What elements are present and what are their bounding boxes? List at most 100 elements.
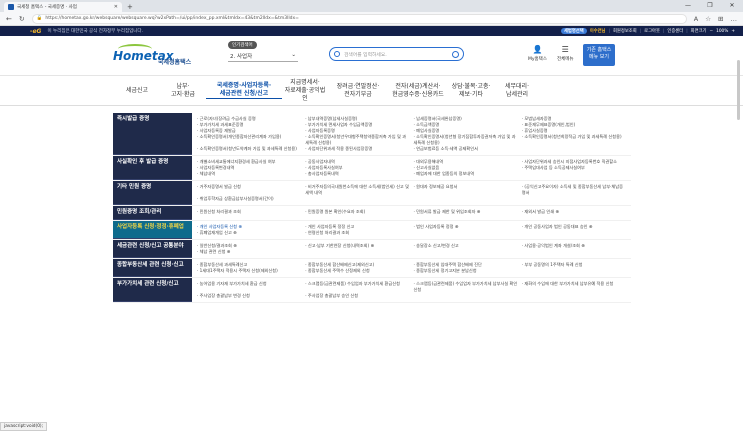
- submenu-row: 기타 민원 증명 · 거주자증명서 발급 신청 · 비거주자등의국내원천소득에 대한…: [113, 181, 631, 206]
- main-nav: 세금신고 납부· 고지·환급 국세증명·사업자등록· 세금관련 신청/신고 지급명세서· 자…: [0, 76, 743, 106]
- logo-sub-text: 국세청홈택스: [158, 59, 192, 66]
- gov-banner-text: 이 누리집은 대한민국 공식 전자정부 누리집입니다.: [47, 29, 144, 34]
- submenu-link[interactable]: · 1세대1주택자 적용시 주택자 신청(제외신청): [197, 268, 301, 274]
- menu-icon: ☰: [561, 45, 569, 54]
- submenu-category-title[interactable]: 기타 민원 증명: [113, 181, 192, 205]
- tab-close-icon[interactable]: ✕: [114, 4, 118, 10]
- tax-law-select-button[interactable]: 세법명선택: [560, 28, 587, 34]
- url-field[interactable]: 🔒 https://hometax.go.kr/websquare/websqu…: [31, 13, 687, 24]
- submenu-link[interactable]: · 소득확인증명서(개인종합자산관리계좌 가입용): [197, 134, 301, 146]
- settings-more-icon[interactable]: …: [731, 15, 738, 23]
- submenu-category-title[interactable]: 사업자등록 신청·정정·휴폐업: [113, 221, 192, 239]
- search-icon: [334, 51, 340, 57]
- role-select[interactable]: 2. 사업자 ⌄: [228, 51, 298, 62]
- search-box[interactable]: 검색어를 입력하세요.: [329, 47, 464, 61]
- submenu-link[interactable]: · 비거주자등의국내원천소득에 대한 소득세(법인세) 신고 및 세액 내역: [305, 184, 409, 196]
- util-logout[interactable]: 로그아웃: [644, 28, 660, 34]
- submenu-link[interactable]: · 거주자증명서 발급 신청: [197, 184, 301, 196]
- submenu-link[interactable]: · 재화의 수입에 대한 부가가치세 납부유예 적용 신청: [522, 281, 626, 293]
- submenu-link[interactable]: · 연령신청 처리결과 조회: [305, 230, 409, 236]
- submenu-link[interactable]: · 소득확인증명서(청년도약계좌 가입 및 과세특례 신청용): [197, 146, 301, 152]
- submenu-link[interactable]: · 농어업용 기자재 부가가치세 환급 신청: [197, 281, 301, 293]
- submenu-link: [522, 293, 626, 299]
- browser-tab[interactable]: 국세청 홈택스 - 국세증명 · 사업 ✕: [4, 2, 122, 12]
- util-member-info[interactable]: 회원정보조회: [613, 28, 637, 34]
- nav-item-6[interactable]: 상담·불복·고충· 제보·기타: [448, 83, 494, 99]
- address-bar: ← ↻ 🔒 https://hometax.go.kr/websquare/we…: [0, 12, 743, 26]
- back-icon[interactable]: ←: [6, 15, 12, 23]
- submenu-category-title[interactable]: 종합부동산세 관련 신청·신고: [113, 259, 192, 277]
- submenu-category-title[interactable]: 사실확인 후 발급 증명: [113, 156, 192, 180]
- submenu-link[interactable]: · 주사업장 총괄납부 변경 신청: [197, 293, 301, 299]
- submenu-link[interactable]: · 스크랩등(금관련제품) 수입업자 부가가치세 납부사실 확인신청: [414, 281, 518, 293]
- zoom-out-icon[interactable]: −: [709, 29, 713, 34]
- submenu-row: 사실확인 후 발급 증명 · 개별소비세교통에너지환경세 환급사실 여부 · 공동사…: [113, 156, 631, 181]
- favorite-star-icon[interactable]: ☆: [705, 15, 711, 23]
- submenu-link: [414, 196, 518, 202]
- page-scrollbar[interactable]: [737, 30, 741, 420]
- submenu-rows: 즉시발급 증명 · 근로(자녀)장려금 수급사실 증명 · 납부내역증명(납세사실증…: [113, 113, 631, 303]
- nav-item-3[interactable]: 지급명세서· 자료제출·공익법인: [282, 79, 328, 103]
- submenu-link[interactable]: · 재외서 발급 인쇄 ⊕: [522, 209, 626, 215]
- submenu-link[interactable]: · 원대자 정보제공 요청서: [414, 184, 518, 196]
- submenu-link[interactable]: · 민원서류 발급 제한 및 위임조회자 ⊕: [414, 209, 518, 215]
- window-controls: — ❐ ✕: [677, 0, 743, 12]
- refresh-icon[interactable]: ↻: [19, 15, 25, 23]
- read-aloud-icon[interactable]: A: [694, 15, 698, 23]
- nav-item-4[interactable]: 장려금·연말정산· 전자기부금: [328, 83, 388, 99]
- submenu-link[interactable]: · 휴폐업재개업 신고 ⊕: [197, 230, 301, 236]
- submenu-link[interactable]: · 민원증명 원본 확인(수요자 조회): [305, 209, 409, 215]
- submenu-link: [305, 249, 409, 255]
- submenu-link: [522, 171, 626, 177]
- my-hometax-button[interactable]: 👤 My홈택스: [528, 45, 547, 62]
- submenu-link[interactable]: · 소득확인증명서(청년우대형주택청약종합저축 가입 및 과세특례 신청용): [305, 134, 409, 146]
- nav-item-1[interactable]: 납부· 고지·환급: [160, 83, 206, 99]
- all-menu-button[interactable]: ☰ 전체메뉴: [557, 45, 574, 62]
- url-text: https://hometax.go.kr/websquare/websquar…: [45, 16, 299, 21]
- submenu-link[interactable]: · (공익신고주요이자) 소득세 및 종합부동산세 납부·체납증명서: [522, 184, 626, 196]
- popular-keyword-tag: 인기검색어: [228, 41, 257, 49]
- submenu-row: 부가가치세 관련 신청/신고 · 농어업용 기자재 부가가치세 환급 신청 · 스크…: [113, 278, 631, 303]
- maximize-button[interactable]: ❐: [699, 0, 721, 12]
- collections-icon[interactable]: ⊞: [718, 15, 723, 23]
- submenu-link[interactable]: · 폐업자에 대한 업종등의 정보내역: [414, 171, 518, 177]
- submenu-link[interactable]: · 취업후학자금 상환금납부사실증명서(간이): [197, 196, 301, 202]
- minimize-button[interactable]: —: [677, 0, 699, 12]
- submenu-link[interactable]: · 주사업장 총괄납부 승인 신청: [305, 293, 409, 299]
- submenu-link[interactable]: · 종합부동산세 정기고지분 분납신청: [414, 268, 518, 274]
- submenu-link: [522, 196, 626, 202]
- nav-item-7[interactable]: 세무대리· 납세관리: [494, 83, 540, 99]
- submenu-link[interactable]: · 총사업자등록내역: [305, 171, 409, 177]
- header-icons: 👤 My홈택스 ☰ 전체메뉴: [528, 45, 574, 62]
- submenu-link[interactable]: · 소득확인증명서(청년희망적금 가입 및 과세특례 신청용): [522, 134, 626, 146]
- nav-item-2[interactable]: 국세증명·사업자등록· 세금관련 신청/신고: [206, 82, 282, 99]
- legacy-menu-button[interactable]: 기존 홈택스 메뉴 보기: [583, 44, 615, 66]
- submenu-link[interactable]: · 연금보험료등 소득·세액 공제확인서: [414, 146, 518, 152]
- submenu-link: [522, 249, 626, 255]
- new-tab-button[interactable]: +: [127, 3, 133, 11]
- hometax-logo[interactable]: Hometax 국세청홈택스: [113, 44, 191, 70]
- submenu-link: [522, 230, 626, 236]
- zoom-level: 100%: [716, 28, 729, 34]
- submenu-link[interactable]: · 소득확인증명서(청년형 장기집합투자증권저축 가입 및 과세특례 신청용): [414, 134, 518, 146]
- submenu-link: [305, 196, 409, 202]
- submenu-row: 종합부동산세 관련 신청·신고 · 종합부동산세 과세특례신고 · 종합부동산세 합…: [113, 259, 631, 278]
- submenu-category-title[interactable]: 부가가치세 관련 신청/신고: [113, 278, 192, 302]
- search-submit-icon[interactable]: [452, 50, 459, 58]
- submenu-link[interactable]: · 사업자단위과세 적용 종된사업장증명: [305, 146, 409, 152]
- submenu-link[interactable]: · 스크랩등(금관련제품) 수입업자 부가가치세 환급신청: [305, 281, 409, 293]
- close-window-button[interactable]: ✕: [721, 0, 743, 12]
- submenu-link[interactable]: · 민원신청 처리결과 조회: [197, 209, 301, 215]
- submenu-category-title[interactable]: 즉시발급 증명: [113, 113, 192, 155]
- util-cert-center[interactable]: 인증센터: [667, 28, 683, 34]
- user-name: 이수연님: [589, 29, 606, 34]
- submenu-panel: 메뉴얼펼침 출력 즉시발급 증명· 근로(자녀)장려금 수급사실 증명· 납부내…: [0, 107, 743, 422]
- submenu-link[interactable]: · 종합부동산세 주택수 산정제외 신청: [305, 268, 409, 274]
- submenu-link[interactable]: · 체납내역: [197, 171, 301, 177]
- submenu-category-title[interactable]: 민원증명 조회/관리: [113, 206, 192, 220]
- zoom-in-icon[interactable]: +: [731, 29, 735, 34]
- submenu-category-title[interactable]: 세금관련 신청/신고 공통분야: [113, 240, 192, 258]
- nav-item-0[interactable]: 세금신고: [114, 87, 160, 95]
- nav-item-5[interactable]: 전자(세금)계산서· 현금영수증·신용카드: [388, 83, 448, 99]
- submenu-link[interactable]: · 체납 관련 신청 ⊕: [197, 249, 301, 255]
